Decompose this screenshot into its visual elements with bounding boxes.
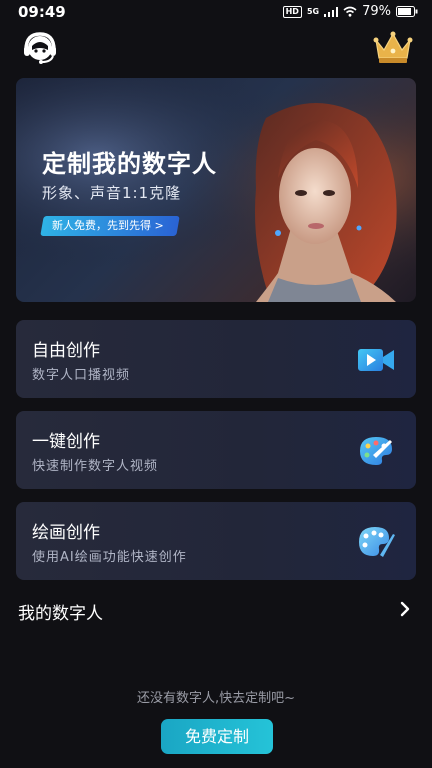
card-title: 自由创作 <box>32 341 100 361</box>
customer-service-icon[interactable] <box>20 28 60 68</box>
signal-icon <box>324 6 339 17</box>
my-digital-humans-title[interactable]: 我的数字人 <box>18 599 103 624</box>
card-subtitle: 数字人口播视频 <box>32 368 131 383</box>
palette-brush-icon <box>359 527 395 557</box>
card-title: 绘画创作 <box>32 523 100 543</box>
card-title: 一键创作 <box>32 432 100 452</box>
wifi-icon <box>343 6 357 17</box>
hd-badge: HD <box>282 5 302 18</box>
status-indicators: HD 5G 79% <box>282 4 418 19</box>
card-subtitle: 快速制作数字人视频 <box>32 459 159 474</box>
battery-percent: 79% <box>362 4 391 19</box>
network-type: 5G <box>306 7 320 16</box>
banner-title: 定制我的数字人 <box>42 150 217 178</box>
status-time: 09:49 <box>18 3 66 21</box>
card-subtitle: 使用AI绘画功能快速创作 <box>32 550 187 565</box>
card-one-click-creation[interactable]: 一键创作 快速制作数字人视频 <box>16 411 416 489</box>
crown-icon[interactable] <box>372 30 414 66</box>
chevron-right-icon[interactable] <box>398 600 412 618</box>
video-camera-icon <box>358 349 394 371</box>
battery-icon <box>396 6 418 17</box>
card-drawing-creation[interactable]: 绘画创作 使用AI绘画功能快速创作 <box>16 502 416 580</box>
card-free-creation[interactable]: 自由创作 数字人口播视频 <box>16 320 416 398</box>
empty-state-hint: 还没有数字人,快去定制吧~ <box>136 691 296 706</box>
new-user-free-tag[interactable]: 新人免费，先到先得 > <box>40 216 180 236</box>
digital-human-banner[interactable]: 定制我的数字人 形象、声音1:1克隆 新人免费，先到先得 > <box>16 78 416 302</box>
palette-icon <box>360 437 392 465</box>
new-user-free-tag-label: 新人免费，先到先得 > <box>52 219 164 232</box>
status-bar: 09:49 HD 5G 79% <box>0 0 432 24</box>
free-customize-button[interactable]: 免费定制 <box>161 719 273 754</box>
banner-subtitle: 形象、声音1:1克隆 <box>42 184 182 202</box>
